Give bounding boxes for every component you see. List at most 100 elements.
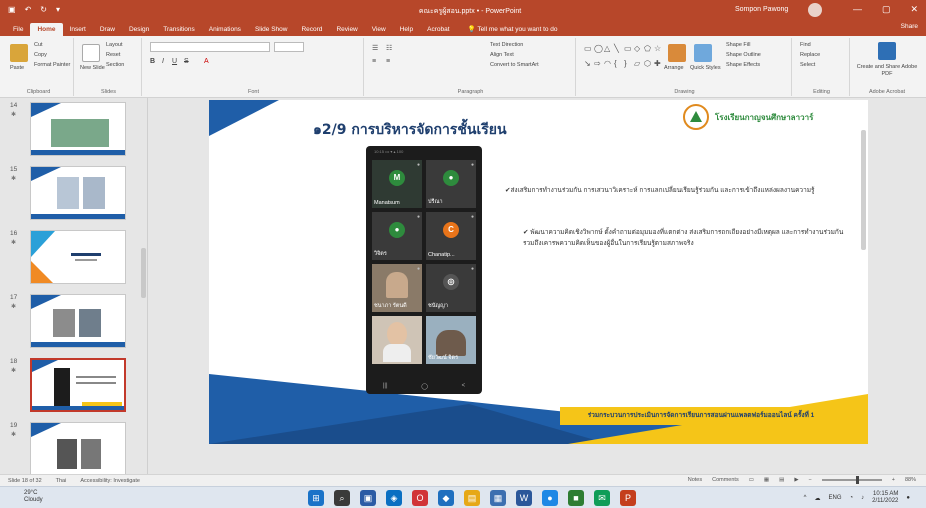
cloud-icon[interactable]: ☁ xyxy=(814,495,820,502)
thumbnail-preview[interactable] xyxy=(30,358,126,412)
pdf-icon[interactable] xyxy=(878,42,896,60)
maximize-button[interactable]: ▢ xyxy=(882,4,891,15)
thumbnail-slide-19[interactable]: 19 ✱ xyxy=(0,422,140,474)
thumbnail-preview[interactable] xyxy=(30,294,126,348)
shape-icon[interactable]: ⬡ xyxy=(644,59,654,74)
user-name[interactable]: Sompon Pawong xyxy=(735,6,788,13)
bullet-point[interactable]: ✔ส่งเสริมการทำงานร่วมกัน การเสวนาวิเคราะ… xyxy=(505,185,825,196)
avatar[interactable] xyxy=(808,3,822,17)
thumbnail-slide-14[interactable]: 14 ✱ xyxy=(0,102,140,158)
paste-icon[interactable] xyxy=(10,44,28,62)
reset-button[interactable]: Reset xyxy=(106,52,120,58)
zoom-app-icon[interactable]: ● xyxy=(542,490,558,506)
font-size-field[interactable] xyxy=(274,42,304,52)
minimize-button[interactable]: — xyxy=(853,4,862,15)
customize-toolbar-icon[interactable]: ▾ xyxy=(56,5,60,14)
strikethrough-icon[interactable]: S xyxy=(184,58,189,65)
start-icon[interactable]: ⊞ xyxy=(308,490,324,506)
shape-icon[interactable]: ▱ xyxy=(634,59,644,74)
section-button[interactable]: Section xyxy=(106,62,124,68)
tab-view[interactable]: View xyxy=(365,23,393,36)
copy-button[interactable]: Copy xyxy=(34,52,47,58)
tab-animations[interactable]: Animations xyxy=(202,23,248,36)
italic-icon[interactable]: I xyxy=(162,58,164,65)
underline-icon[interactable]: U xyxy=(172,58,177,65)
shape-icon[interactable]: ◠ xyxy=(604,59,614,74)
thumbnail-slide-17[interactable]: 17 ✱ xyxy=(0,294,140,350)
bullet-point[interactable]: ✔ พัฒนาความคิดเชิงวิพากษ์ ตั้งคำถามต่อมุ… xyxy=(523,227,855,249)
tell-me-search[interactable]: 💡 Tell me what you want to do xyxy=(461,22,565,36)
thumbnail-slide-18[interactable]: 18 ✱ xyxy=(0,358,140,414)
shape-icon[interactable]: ▭ xyxy=(624,44,634,59)
tab-transitions[interactable]: Transitions xyxy=(156,23,202,36)
shape-icon[interactable]: ⇨ xyxy=(594,59,604,74)
undo-icon[interactable]: ↶ xyxy=(25,5,32,14)
calculator-icon[interactable]: ▦ xyxy=(490,490,506,506)
zoom-out-icon[interactable]: − xyxy=(809,477,812,483)
shape-icon[interactable]: ⬠ xyxy=(644,44,654,59)
thumbnail-slide-15[interactable]: 15 ✱ xyxy=(0,166,140,222)
accessibility-status[interactable]: Accessibility: Investigate xyxy=(80,478,140,484)
highlight-banner[interactable]: ร่วมกระบวนการประเมินการจัดการเรียนการสอน… xyxy=(560,407,842,425)
excel-icon[interactable]: ■ xyxy=(568,490,584,506)
thumbnail-slide-16[interactable]: 16 ✱ xyxy=(0,230,140,286)
shape-effects-button[interactable]: Shape Effects xyxy=(726,62,760,68)
create-pdf-button[interactable]: Create and Share Adobe PDF xyxy=(856,64,918,78)
shape-outline-button[interactable]: Shape Outline xyxy=(726,52,761,58)
tab-draw[interactable]: Draw xyxy=(93,23,122,36)
font-color-icon[interactable]: A xyxy=(204,58,209,65)
word-icon[interactable]: W xyxy=(516,490,532,506)
shape-icon[interactable]: △ xyxy=(604,44,614,59)
file-explorer-icon[interactable]: ▤ xyxy=(464,490,480,506)
tab-design[interactable]: Design xyxy=(122,23,156,36)
arrange-icon[interactable] xyxy=(668,44,686,62)
tab-review[interactable]: Review xyxy=(329,23,364,36)
tab-insert[interactable]: Insert xyxy=(63,23,93,36)
tab-file[interactable]: File xyxy=(6,23,30,36)
numbering-icon[interactable]: ☷ xyxy=(386,44,392,52)
thumbnail-preview[interactable] xyxy=(30,102,126,156)
task-view-icon[interactable]: ▣ xyxy=(360,490,376,506)
mail-icon[interactable]: ✉ xyxy=(594,490,610,506)
close-button[interactable]: ✕ xyxy=(910,4,918,15)
tab-home[interactable]: Home xyxy=(30,23,63,36)
notification-icon[interactable]: ● xyxy=(906,495,910,501)
bullets-icon[interactable]: ☰ xyxy=(372,44,378,52)
thumbnail-preview[interactable] xyxy=(30,230,126,284)
thumbnail-preview[interactable] xyxy=(30,166,126,220)
powerpoint-icon[interactable]: P xyxy=(620,490,636,506)
store-icon[interactable]: ◆ xyxy=(438,490,454,506)
current-slide[interactable]: ๑2/9 การบริหารจัดการชั้นเรียน โรงเรียนกา… xyxy=(209,100,868,444)
reading-view-icon[interactable]: ▤ xyxy=(779,477,784,483)
slideshow-icon[interactable]: ▶ xyxy=(794,477,798,483)
select-button[interactable]: Select xyxy=(800,62,815,68)
bold-icon[interactable]: B xyxy=(150,58,155,65)
shape-icon[interactable]: } xyxy=(624,59,634,74)
font-name-field[interactable] xyxy=(150,42,270,52)
align-text-button[interactable]: Align Text xyxy=(490,52,514,58)
zoom-in-icon[interactable]: + xyxy=(892,477,895,483)
tab-acrobat[interactable]: Acrobat xyxy=(420,23,456,36)
wifi-icon[interactable]: ◔ xyxy=(850,495,854,501)
notes-button[interactable]: Notes xyxy=(688,477,702,483)
volume-icon[interactable]: ♪ xyxy=(861,495,864,501)
arrange-button[interactable]: Arrange xyxy=(664,65,684,71)
edge-icon[interactable]: ◈ xyxy=(386,490,402,506)
phone-screenshot[interactable]: 10:15 ••• ▾ ▴ 100 ● M Manatsum ● ● ปรีณา… xyxy=(366,146,482,394)
school-name[interactable]: โรงเรียนกาญจนศึกษาลาวาร์ xyxy=(715,111,813,124)
tab-slide-show[interactable]: Slide Show xyxy=(248,23,295,36)
text-direction-button[interactable]: Text Direction xyxy=(490,42,523,48)
shapes-gallery[interactable]: ▭ ◯ △ ╲ ▭ ◇ ⬠ ☆ ↘ ⇨ ◠{} ▱ ⬡ ✚ xyxy=(584,44,664,74)
tab-record[interactable]: Record xyxy=(294,23,329,36)
office-icon[interactable]: O xyxy=(412,490,428,506)
slide-sorter-icon[interactable]: ▦ xyxy=(764,477,769,483)
slide-scrollbar[interactable] xyxy=(861,130,866,250)
quick-styles-icon[interactable] xyxy=(694,44,712,62)
replace-button[interactable]: Replace xyxy=(800,52,820,58)
language-indicator[interactable]: Thai xyxy=(56,478,67,484)
tab-help[interactable]: Help xyxy=(393,23,420,36)
slide-title[interactable]: ๑2/9 การบริหารจัดการชั้นเรียน xyxy=(313,119,507,141)
shape-icon[interactable]: ↘ xyxy=(584,59,594,74)
redo-icon[interactable]: ↻ xyxy=(40,5,47,14)
clock[interactable]: 10:15 AM 2/11/2022 xyxy=(872,491,898,505)
